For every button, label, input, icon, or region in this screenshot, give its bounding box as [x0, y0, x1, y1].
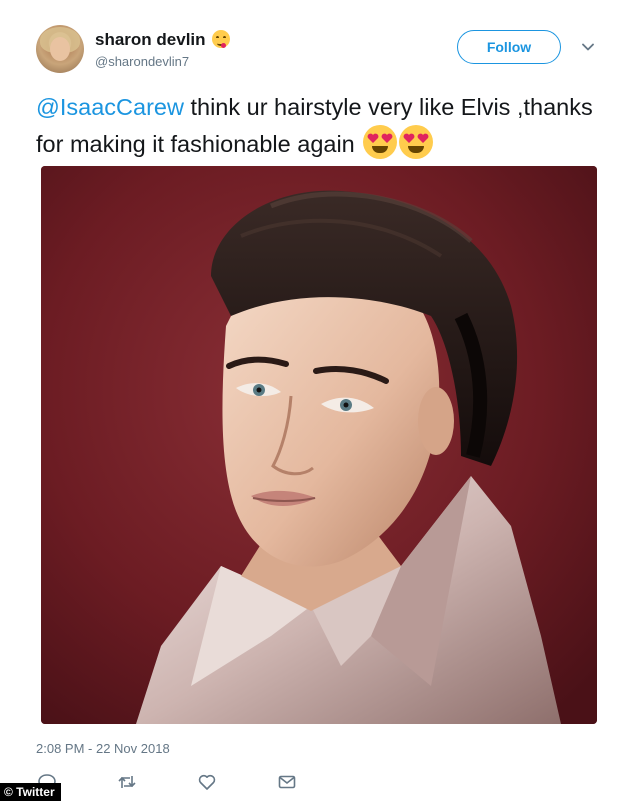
tweet-text: @IsaacCarew think ur hairstyle very like…	[36, 90, 606, 162]
user-handle[interactable]: @sharondevlin7	[95, 54, 189, 69]
face-savoring-food-emoji-icon	[212, 30, 231, 48]
avatar[interactable]	[36, 25, 84, 73]
tweet-timestamp[interactable]: 2:08 PM - 22 Nov 2018	[36, 741, 170, 756]
heart-eyes-emoji-icon	[363, 125, 398, 159]
heart-eyes-emoji-icon	[399, 125, 434, 159]
like-icon[interactable]	[197, 772, 217, 792]
tweet-photo[interactable]	[41, 166, 597, 724]
follow-button[interactable]: Follow	[457, 30, 561, 64]
display-name[interactable]: sharon devlin	[95, 30, 231, 50]
portrait-image	[41, 166, 597, 724]
mention-link[interactable]: @IsaacCarew	[36, 94, 184, 120]
twitter-watermark: © Twitter	[0, 783, 61, 801]
chevron-down-icon[interactable]	[582, 41, 594, 53]
retweet-icon[interactable]	[117, 772, 137, 792]
display-name-text: sharon devlin	[95, 30, 206, 49]
tweet-actions	[0, 768, 634, 801]
direct-message-icon[interactable]	[277, 772, 297, 792]
